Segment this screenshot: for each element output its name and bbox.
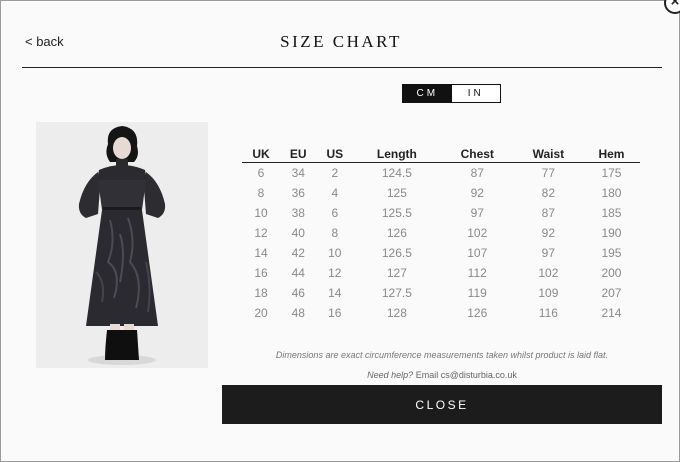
table-cell: 36 [291,186,305,200]
table-cell: 38 [291,206,305,220]
table-cell: 12 [254,226,268,240]
table-cell: 6 [331,206,339,220]
table-header-row: UK EU US Length Chest Waist Hem [242,145,640,163]
table-cell: 20 [254,306,268,320]
table-cell: 92 [470,186,484,200]
product-image [36,122,208,368]
column-header: Hem [582,145,640,163]
table-cell: 6 [257,166,265,180]
table-cell: 185 [601,206,622,220]
table-cell: 10 [254,206,268,220]
table-cell: 8 [257,186,265,200]
table-row: 10 38 6 125.5 97 87 185 [242,203,640,223]
table-row: 20 48 16 128 126 116 214 [242,303,640,323]
table-cell: 127.5 [381,286,412,300]
table-cell: 87 [541,206,556,220]
table-cell: 195 [601,246,622,260]
table-cell: 125.5 [381,206,412,220]
table-cell: 102 [538,266,559,280]
table-cell: 175 [601,166,622,180]
table-cell: 125 [386,186,407,200]
table-cell: 46 [291,286,305,300]
table-row: 18 46 14 127.5 119 109 207 [242,283,640,303]
table-cell: 34 [291,166,305,180]
table-cell: 44 [291,266,305,280]
table-cell: 109 [538,286,559,300]
close-button[interactable]: CLOSE [222,385,662,424]
table-cell: 48 [291,306,305,320]
table-cell: 127 [386,266,407,280]
table-cell: 18 [254,286,268,300]
table-cell: 116 [538,306,558,320]
unit-in-button[interactable]: IN [451,85,500,102]
table-cell: 200 [601,266,622,280]
table-cell: 126.5 [381,246,412,260]
help-prefix: Need help? [367,370,414,380]
page-title: SIZE CHART [280,32,402,51]
table-cell: 180 [601,186,622,200]
table-cell: 87 [470,166,484,180]
table-cell: 4 [331,186,339,200]
table-cell: 16 [254,266,268,280]
table-cell: 16 [328,306,342,320]
table-cell: 126 [467,306,488,320]
title-divider [22,67,662,68]
table-cell: 40 [291,226,305,240]
table-cell: 82 [541,186,556,200]
table-row: 12 40 8 126 102 92 190 [242,223,640,243]
table-cell: 214 [601,306,622,320]
table-cell: 112 [467,266,487,280]
table-cell: 42 [291,246,305,260]
column-header: EU [280,145,317,163]
column-header: Chest [440,145,514,163]
table-cell: 119 [467,286,487,300]
table-row: 16 44 12 127 112 102 200 [242,263,640,283]
table-cell: 12 [328,266,342,280]
table-cell: 107 [467,246,488,260]
table-cell: 8 [331,226,339,240]
table-cell: 14 [328,286,342,300]
table-cell: 97 [541,246,556,260]
size-table: UK EU US Length Chest Waist Hem 6 34 2 124.5 87 77 1… [242,145,640,323]
table-cell: 102 [467,226,488,240]
help-email[interactable]: Email cs@disturbia.co.uk [416,370,517,380]
size-chart-modal: < back SIZE CHART CM IN UK EU US Length … [0,0,680,462]
table-cell: 14 [254,246,268,260]
table-cell: 97 [470,206,484,220]
unit-cm-button[interactable]: CM [403,85,452,102]
column-header: US [316,145,354,163]
help-text: Need help? Email cs@disturbia.co.uk [222,370,662,380]
table-row: 14 42 10 126.5 107 97 195 [242,243,640,263]
table-cell: 10 [328,246,342,260]
table-cell: 92 [541,226,556,240]
table-row: 6 34 2 124.5 87 77 175 [242,163,640,184]
column-header: Waist [513,145,583,163]
table-cell: 2 [331,166,339,180]
column-header: UK [242,145,280,163]
table-cell: 190 [601,226,622,240]
table-row: 8 36 4 125 92 82 180 [242,183,640,203]
column-header: Length [353,145,441,163]
table-cell: 124.5 [381,166,412,180]
table-cell: 207 [601,286,622,300]
table-cell: 77 [541,166,556,180]
table-cell: 126 [386,226,407,240]
measurement-note: Dimensions are exact circumference measu… [275,350,609,360]
unit-toggle: CM IN [402,84,501,103]
table-cell: 128 [386,306,407,320]
